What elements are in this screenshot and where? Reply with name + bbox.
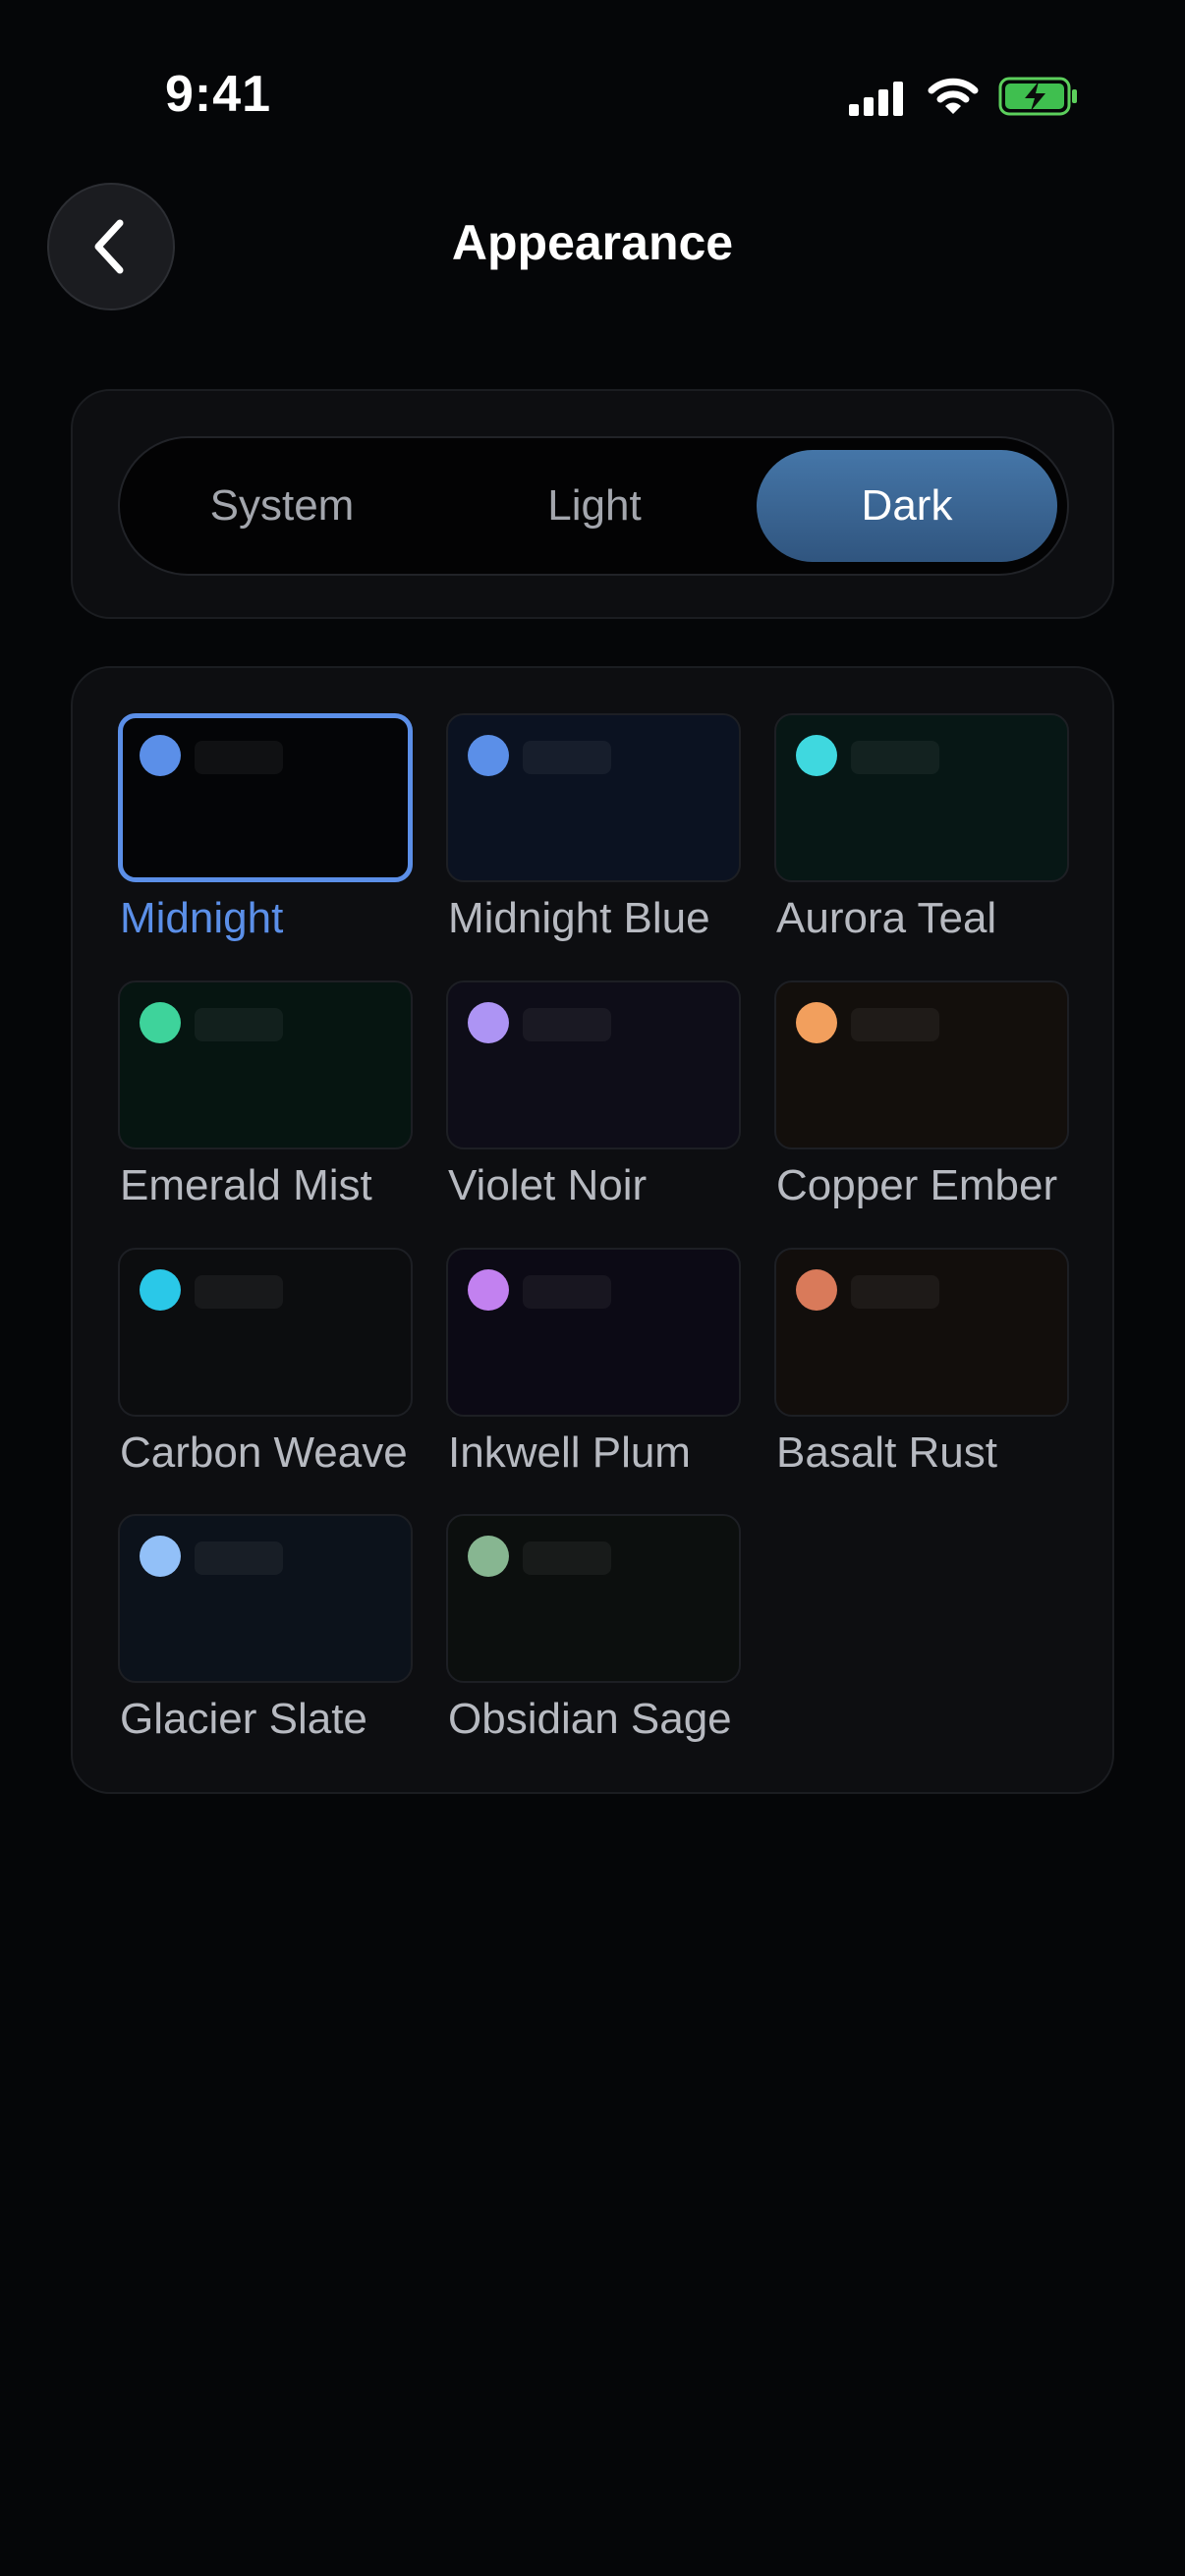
preview-placeholder-bar <box>523 1008 611 1041</box>
accent-color-dot <box>140 735 181 776</box>
theme-name-label: Emerald Mist <box>120 1161 372 1209</box>
theme-name-label: Violet Noir <box>448 1161 648 1209</box>
status-bar: 9:41 <box>0 0 1185 196</box>
theme-name-label: Aurora Teal <box>776 894 997 942</box>
accent-color-dot <box>796 1269 837 1311</box>
theme-tile-basalt-rust[interactable]: Basalt Rust <box>774 1248 1069 1484</box>
theme-name-label: Obsidian Sage <box>448 1695 732 1743</box>
theme-preview-swatch[interactable] <box>446 713 741 882</box>
preview-placeholder-bar <box>523 1541 611 1575</box>
page-title: Appearance <box>451 215 734 270</box>
theme-name-label: Midnight <box>120 894 284 942</box>
theme-preview-swatch[interactable] <box>774 980 1069 1149</box>
theme-preview-swatch[interactable] <box>446 1514 741 1683</box>
theme-tile-emerald-mist[interactable]: Emerald Mist <box>118 980 413 1216</box>
accent-color-dot <box>468 1269 509 1311</box>
theme-tile-midnight-blue[interactable]: Midnight Blue <box>446 713 741 949</box>
preview-placeholder-bar <box>195 1275 283 1309</box>
accent-color-dot <box>140 1002 181 1043</box>
theme-tile-midnight[interactable]: Midnight <box>118 713 413 949</box>
wifi-icon <box>928 78 979 114</box>
theme-preview-swatch[interactable] <box>446 1248 741 1417</box>
accent-color-dot <box>796 1002 837 1043</box>
theme-preview-swatch[interactable] <box>118 1248 413 1417</box>
preview-placeholder-bar <box>851 1008 939 1041</box>
theme-name-label: Copper Ember <box>776 1161 1058 1209</box>
theme-preview-swatch[interactable] <box>118 980 413 1149</box>
theme-tile-glacier-slate[interactable]: Glacier Slate <box>118 1514 413 1750</box>
theme-preview-swatch[interactable] <box>774 713 1069 882</box>
status-time: 9:41 <box>165 66 272 123</box>
mode-option-system[interactable]: System <box>132 450 432 562</box>
preview-placeholder-bar <box>195 1541 283 1575</box>
theme-name-label: Midnight Blue <box>448 894 710 942</box>
preview-placeholder-bar <box>195 1008 283 1041</box>
theme-tile-aurora-teal[interactable]: Aurora Teal <box>774 713 1069 949</box>
theme-tile-copper-ember[interactable]: Copper Ember <box>774 980 1069 1216</box>
accent-color-dot <box>468 1002 509 1043</box>
preview-placeholder-bar <box>523 741 611 774</box>
theme-name-label: Basalt Rust <box>776 1428 997 1477</box>
accent-color-dot <box>468 735 509 776</box>
theme-tile-obsidian-sage[interactable]: Obsidian Sage <box>446 1514 741 1750</box>
theme-preview-swatch[interactable] <box>774 1248 1069 1417</box>
appearance-mode-segmented-control: System Light Dark <box>118 436 1069 576</box>
theme-name-label: Glacier Slate <box>120 1695 367 1743</box>
theme-tile-violet-noir[interactable]: Violet Noir <box>446 980 741 1216</box>
theme-preview-swatch[interactable] <box>446 980 741 1149</box>
accent-color-dot <box>140 1536 181 1577</box>
mode-option-dark[interactable]: Dark <box>757 450 1057 562</box>
cellular-signal-icon <box>849 82 903 116</box>
theme-grid-card: Midnight Midnight Blue Aurora Teal Emerald … <box>71 666 1114 1794</box>
preview-placeholder-bar <box>851 741 939 774</box>
accent-color-dot <box>468 1536 509 1577</box>
theme-tile-inkwell-plum[interactable]: Inkwell Plum <box>446 1248 741 1484</box>
preview-placeholder-bar <box>851 1275 939 1309</box>
preview-placeholder-bar <box>195 741 283 774</box>
battery-charging-icon <box>998 77 1077 116</box>
accent-color-dot <box>140 1269 181 1311</box>
preview-placeholder-bar <box>523 1275 611 1309</box>
accent-color-dot <box>796 735 837 776</box>
appearance-mode-card: System Light Dark <box>71 389 1114 619</box>
mode-option-light[interactable]: Light <box>444 450 745 562</box>
theme-tile-carbon-weave[interactable]: Carbon Weave <box>118 1248 413 1484</box>
theme-name-label: Carbon Weave <box>120 1428 408 1477</box>
theme-preview-swatch[interactable] <box>118 713 413 882</box>
theme-name-label: Inkwell Plum <box>448 1428 691 1477</box>
theme-preview-swatch[interactable] <box>118 1514 413 1683</box>
